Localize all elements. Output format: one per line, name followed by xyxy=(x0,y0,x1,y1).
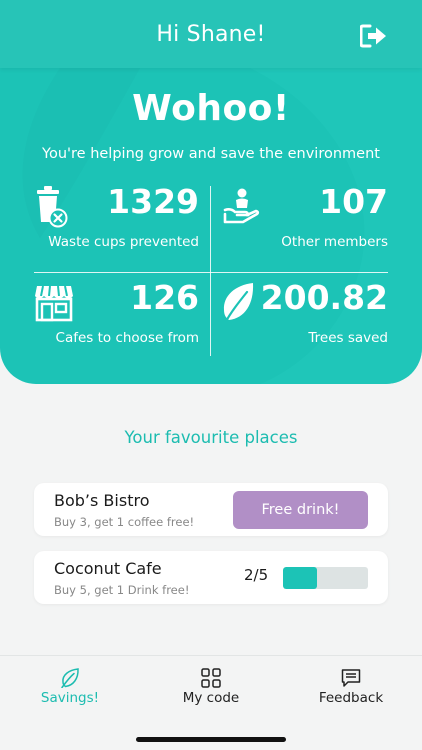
stat-label: Cafes to choose from xyxy=(55,330,199,346)
stat-value: 107 xyxy=(319,182,388,221)
grid-icon xyxy=(201,668,221,692)
stat-label: Waste cups prevented xyxy=(48,234,199,250)
divider xyxy=(34,272,388,273)
tab-savings[interactable]: Savings! xyxy=(20,656,120,716)
stat-label: Trees saved xyxy=(308,330,388,346)
bottom-tab-bar: Savings! My code Feedback xyxy=(0,655,422,750)
place-name: Coconut Cafe xyxy=(54,559,162,578)
greeting-title: Hi Shane! xyxy=(156,21,266,47)
stat-label: Other members xyxy=(281,234,388,250)
impact-panel: Wohoo! You're helping grow and save the … xyxy=(0,68,422,384)
home-indicator xyxy=(136,737,286,742)
headline: Wohoo! xyxy=(132,88,290,129)
logout-icon[interactable] xyxy=(359,24,388,48)
stat-value: 1329 xyxy=(107,182,199,221)
place-offer: Buy 5, get 1 Drink free! xyxy=(54,583,190,597)
stamp-progress-fill xyxy=(283,567,317,589)
favourites-title: Your favourite places xyxy=(124,428,298,447)
place-card-coconut-cafe[interactable]: Coconut Cafe Buy 5, get 1 Drink free! 2/… xyxy=(34,551,388,604)
subtitle: You're helping grow and save the environ… xyxy=(42,146,380,162)
tab-label: My code xyxy=(182,690,240,706)
stamp-progress-bar xyxy=(283,567,368,589)
place-card-bobs-bistro[interactable]: Bob’s Bistro Buy 3, get 1 coffee free! F… xyxy=(34,483,388,536)
tab-label: Savings! xyxy=(40,690,100,706)
tab-label: Feedback xyxy=(318,690,384,706)
leaf-outline-icon xyxy=(60,668,80,692)
free-drink-button[interactable]: Free drink! xyxy=(233,491,368,529)
stat-value: 200.82 xyxy=(260,278,388,317)
place-name: Bob’s Bistro xyxy=(54,491,150,510)
place-offer: Buy 3, get 1 coffee free! xyxy=(54,515,195,529)
tab-my-code[interactable]: My code xyxy=(161,656,261,716)
app-header: Hi Shane! xyxy=(0,0,422,68)
tab-feedback[interactable]: Feedback xyxy=(301,656,401,716)
stat-value: 126 xyxy=(130,278,199,317)
message-icon xyxy=(341,668,361,692)
stamp-count: 2/5 xyxy=(244,566,269,584)
